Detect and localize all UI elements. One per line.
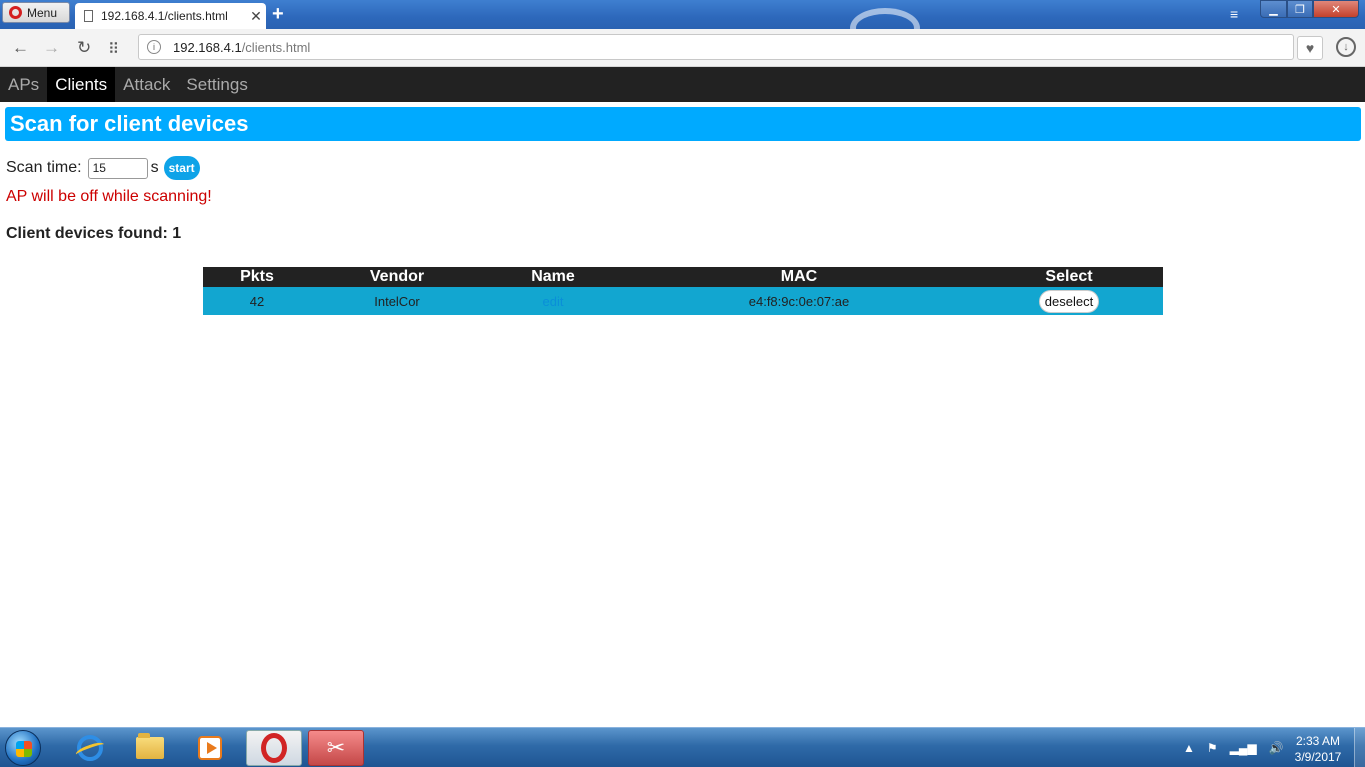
header-vendor: Vendor: [311, 267, 483, 287]
clock-time: 2:33 AM: [1295, 734, 1341, 748]
taskbar-explorer[interactable]: [122, 730, 178, 766]
cell-pkts: 42: [203, 287, 311, 315]
url-field[interactable]: i 192.168.4.1/clients.html: [138, 34, 1294, 60]
opera-icon: [261, 733, 287, 763]
tabs-menu-icon[interactable]: ≡: [1230, 6, 1238, 22]
show-desktop-button[interactable]: [1354, 728, 1365, 767]
minimize-button[interactable]: ▁: [1260, 0, 1287, 18]
table-header-row: Pkts Vendor Name MAC Select: [203, 267, 1163, 287]
scan-controls: Scan time: s start: [6, 156, 200, 180]
clients-table: Pkts Vendor Name MAC Select 42 IntelCor …: [203, 267, 1163, 315]
system-tray: ▲ ⚑ ▂▄▆ 🔊: [1183, 728, 1284, 767]
tab-title: 192.168.4.1/clients.html: [101, 9, 228, 23]
deselect-button[interactable]: deselect: [1038, 289, 1100, 313]
clock-date: 3/9/2017: [1294, 750, 1342, 764]
cell-select: deselect: [975, 287, 1163, 315]
scan-time-input[interactable]: [87, 157, 148, 179]
media-player-icon: [198, 736, 222, 760]
windows-taskbar: ✂ ▲ ⚑ ▂▄▆ 🔊 2:33 AM 3/9/2017: [0, 727, 1365, 767]
site-info-icon[interactable]: i: [147, 40, 161, 54]
nav-aps[interactable]: APs: [0, 67, 47, 102]
window-controls: ▁ ❐ ✕: [1260, 0, 1359, 18]
header-name: Name: [483, 267, 623, 287]
start-orb-icon[interactable]: [5, 730, 41, 766]
header-mac: MAC: [623, 267, 975, 287]
client-count: Client devices found: 1: [6, 225, 182, 242]
tab-close-icon[interactable]: ✕: [246, 8, 266, 25]
network-signal-icon[interactable]: ▂▄▆: [1230, 741, 1257, 755]
forward-icon[interactable]: →: [43, 38, 60, 58]
scan-time-unit: s: [150, 159, 159, 176]
reload-icon[interactable]: ↻: [77, 38, 91, 58]
cell-mac: e4:f8:9c:0e:07:ae: [623, 287, 975, 315]
show-hidden-icons-icon[interactable]: ▲: [1183, 741, 1195, 755]
download-icon[interactable]: ↓: [1336, 37, 1356, 57]
taskbar-snipping-tool[interactable]: ✂: [308, 730, 364, 766]
cell-name-edit-link[interactable]: edit: [483, 287, 623, 315]
header-pkts: Pkts: [203, 267, 311, 287]
back-icon[interactable]: ←: [12, 38, 29, 58]
action-center-flag-icon[interactable]: ⚑: [1207, 741, 1218, 755]
page-icon: [84, 10, 93, 22]
address-toolbar: ← → ↻ ⠿ i 192.168.4.1/clients.html ♥ ↓: [0, 29, 1365, 67]
url-host: 192.168.4.1: [173, 39, 242, 55]
scan-warning: AP will be off while scanning!: [6, 188, 212, 205]
table-row: 42 IntelCor edit e4:f8:9c:0e:07:ae desel…: [203, 287, 1163, 315]
taskbar-clock[interactable]: 2:33 AM 3/9/2017: [1283, 733, 1353, 765]
speed-dial-icon[interactable]: ⠿: [108, 40, 119, 58]
browser-tab-strip: Menu 192.168.4.1/clients.html ✕ + ≡ ▁ ❐ …: [0, 0, 1365, 48]
close-window-button[interactable]: ✕: [1313, 0, 1359, 18]
scissors-icon: ✂: [326, 735, 346, 760]
taskbar-media-player[interactable]: [182, 730, 238, 766]
nav-clients[interactable]: Clients: [47, 67, 116, 102]
taskbar-opera[interactable]: [246, 730, 302, 766]
new-tab-button[interactable]: +: [272, 3, 284, 26]
page-title: Scan for client devices: [5, 107, 1361, 141]
volume-icon[interactable]: 🔊: [1269, 741, 1284, 755]
opera-menu-button[interactable]: Menu: [2, 2, 70, 23]
opera-menu-label: Menu: [27, 5, 58, 20]
nav-settings[interactable]: Settings: [178, 67, 255, 102]
scan-time-label: Scan time:: [6, 159, 82, 176]
nav-attack[interactable]: Attack: [115, 67, 178, 102]
bookmark-heart-icon[interactable]: ♥: [1297, 36, 1323, 60]
taskbar-ie[interactable]: [62, 730, 118, 766]
folder-icon: [136, 733, 164, 759]
cell-vendor: IntelCor: [311, 287, 483, 315]
header-select: Select: [975, 267, 1163, 287]
browser-tab-clients[interactable]: 192.168.4.1/clients.html ✕: [75, 3, 266, 29]
url-path: /clients.html: [241, 39, 311, 55]
site-nav: APs Clients Attack Settings: [0, 67, 1365, 102]
start-scan-button[interactable]: start: [163, 156, 200, 180]
internet-explorer-icon: [77, 735, 103, 761]
maximize-button[interactable]: ❐: [1287, 0, 1313, 18]
opera-logo-icon: [9, 6, 22, 19]
